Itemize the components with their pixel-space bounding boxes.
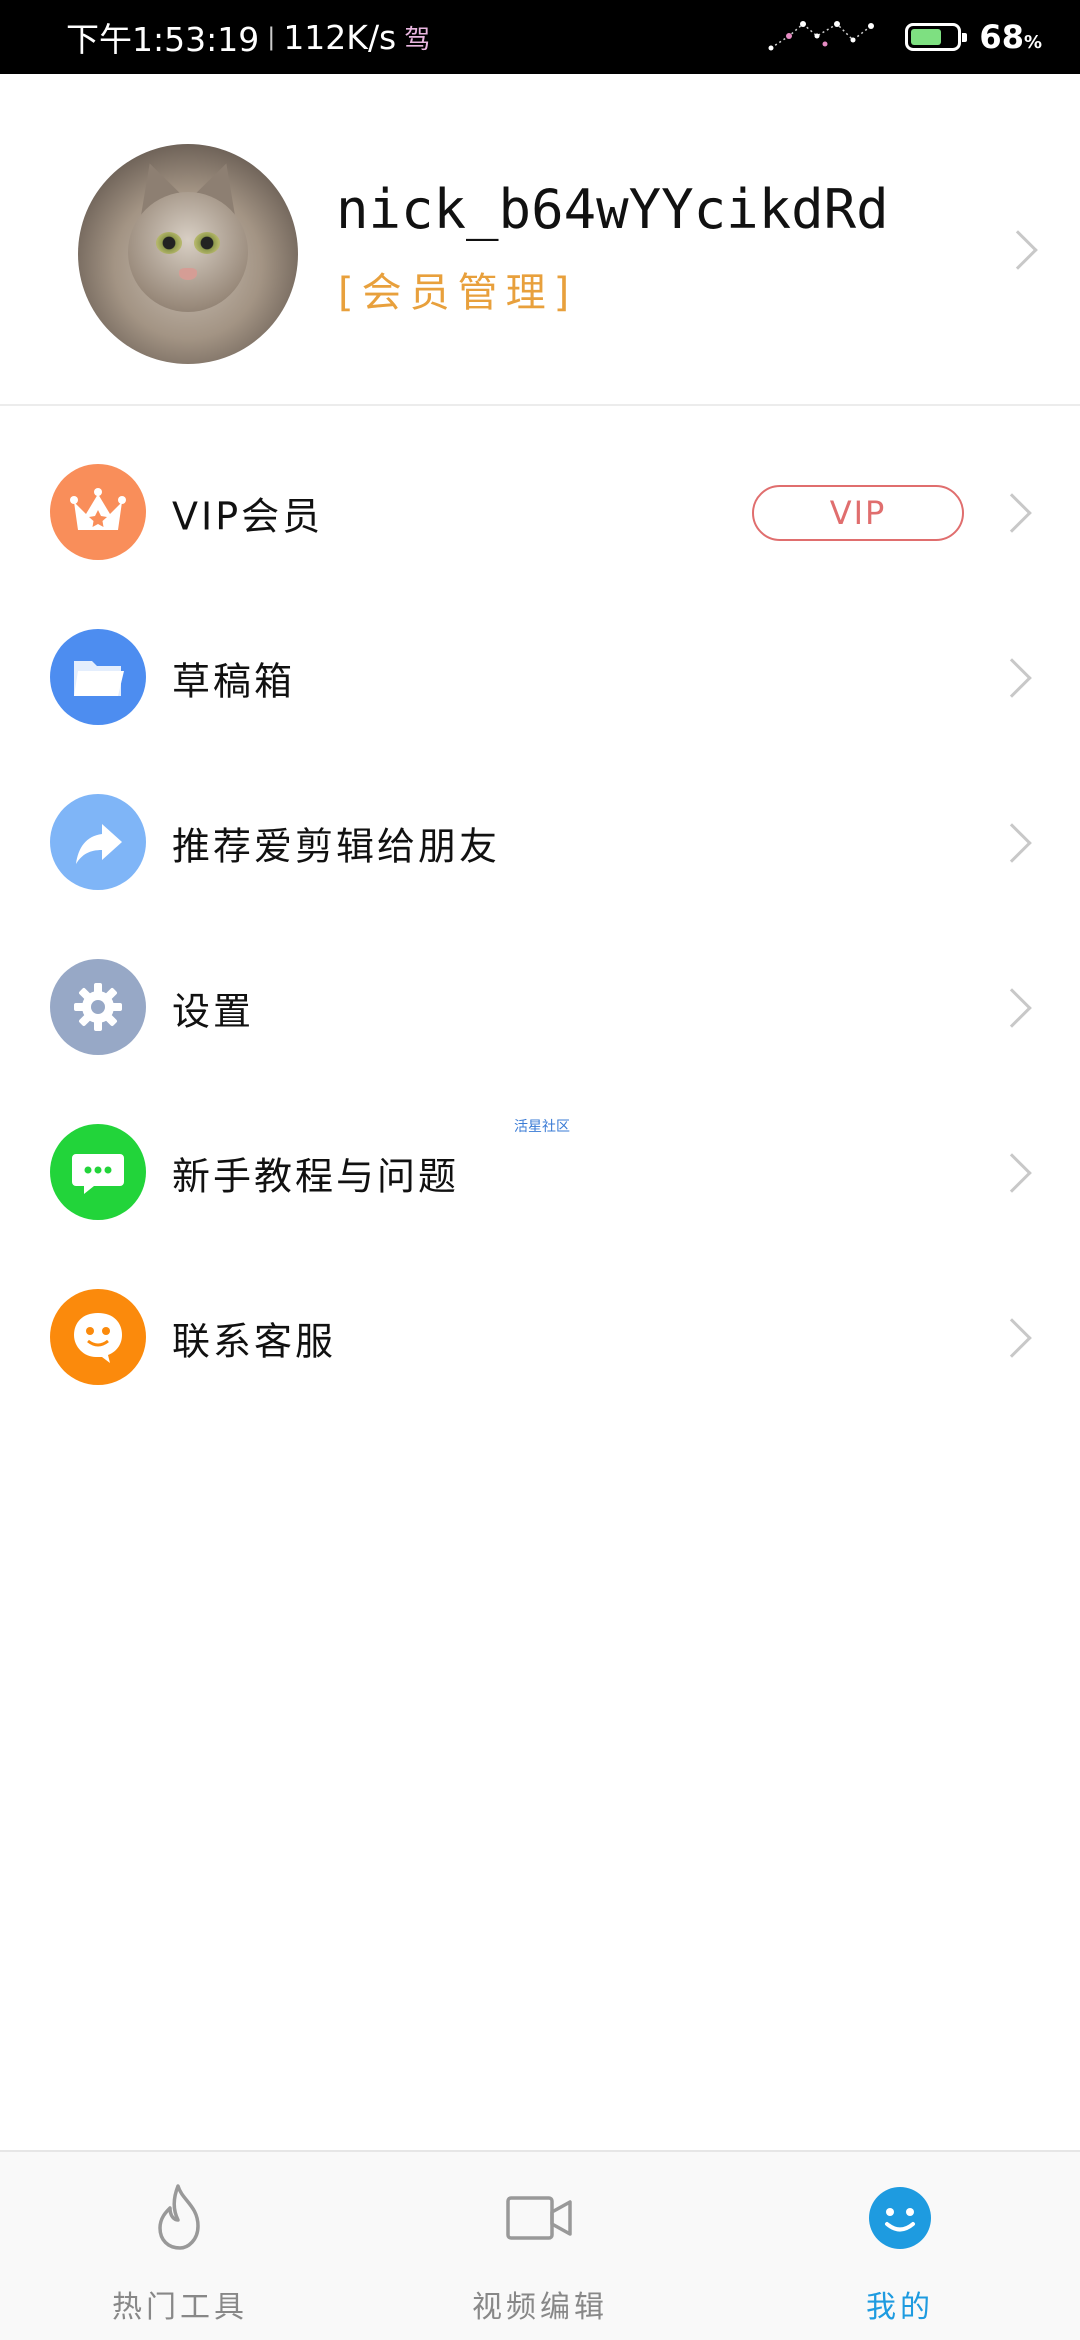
tab-label-mine: 我的 <box>866 2290 934 2325</box>
menu-label-recommend: 推荐爱剪辑给朋友 <box>172 824 501 868</box>
carrier-glyph: 驾 <box>404 24 431 55</box>
chevron-right-icon <box>992 657 1032 698</box>
support-face-icon <box>50 1288 146 1385</box>
tab-video-edit[interactable]: 视频编辑 <box>360 2152 720 2340</box>
menu-list: VIP会员 VIP 草稿箱 推荐爱剪辑给朋友 设置 新手教程与问题 活星社区 联… <box>0 430 1080 1420</box>
battery-fill <box>911 29 942 45</box>
chat-icon <box>50 1123 146 1220</box>
menu-item-drafts[interactable]: 草稿箱 <box>0 595 1080 760</box>
menu-label-vip: VIP会员 <box>172 494 324 538</box>
smiley-icon <box>864 2182 936 2254</box>
status-speed: 112K/s <box>283 17 397 57</box>
chevron-right-icon <box>992 1317 1032 1358</box>
avatar-nose <box>179 268 197 280</box>
tab-mine[interactable]: 我的 <box>720 2152 1080 2340</box>
tab-label-hot-tools: 热门工具 <box>112 2290 248 2325</box>
community-tag[interactable]: 活星社区 <box>514 1116 570 1136</box>
avatar-face <box>128 192 248 312</box>
flame-icon <box>144 2182 216 2254</box>
menu-item-vip[interactable]: VIP会员 VIP <box>0 430 1080 595</box>
avatar-eye-left <box>156 232 182 254</box>
menu-item-settings[interactable]: 设置 <box>0 925 1080 1090</box>
member-management-link[interactable]: [会员管理] <box>338 260 577 318</box>
menu-item-recommend[interactable]: 推荐爱剪辑给朋友 <box>0 760 1080 925</box>
battery-unit: % <box>1023 32 1042 53</box>
avatar[interactable] <box>78 144 298 364</box>
menu-label-support: 联系客服 <box>172 1319 337 1363</box>
folder-icon <box>50 628 146 725</box>
share-arrow-icon <box>50 793 146 890</box>
menu-label-tutorial: 新手教程与问题 <box>172 1154 460 1198</box>
chevron-right-icon <box>992 987 1032 1028</box>
profile-header[interactable]: nick_b64wYYcikdRd [会员管理] <box>0 74 1080 406</box>
video-camera-icon <box>504 2182 576 2254</box>
menu-item-support[interactable]: 联系客服 <box>0 1255 1080 1420</box>
gear-icon <box>50 958 146 1055</box>
battery-percent: 68 <box>979 18 1024 56</box>
menu-label-settings: 设置 <box>172 989 255 1033</box>
chevron-right-icon <box>992 822 1032 863</box>
chevron-right-icon <box>998 230 1038 270</box>
username: nick_b64wYYcikdRd <box>336 178 889 241</box>
status-right: 68% <box>767 14 1042 61</box>
tab-hot-tools[interactable]: 热门工具 <box>0 2152 360 2340</box>
status-bar: 下午1:53:19 | 112K/s 驾 68% <box>0 0 1080 74</box>
crown-icon <box>50 463 146 560</box>
menu-item-tutorial[interactable]: 新手教程与问题 活星社区 <box>0 1090 1080 1255</box>
menu-label-drafts: 草稿箱 <box>172 659 296 703</box>
status-separator: | <box>267 23 276 51</box>
chevron-right-icon <box>992 492 1032 533</box>
chevron-right-icon <box>992 1152 1032 1193</box>
status-left: 下午1:53:19 | 112K/s 驾 <box>66 13 430 61</box>
vip-badge[interactable]: VIP <box>752 484 964 541</box>
tab-label-video-edit: 视频编辑 <box>472 2290 608 2325</box>
battery-icon <box>905 23 968 51</box>
avatar-eye-right <box>194 232 220 254</box>
status-time: 下午1:53:19 <box>66 20 260 59</box>
bottom-tab-bar: 热门工具 视频编辑 我的 <box>0 2150 1080 2340</box>
signal-stars-icon <box>767 14 887 61</box>
battery-text: 68% <box>979 18 1042 56</box>
